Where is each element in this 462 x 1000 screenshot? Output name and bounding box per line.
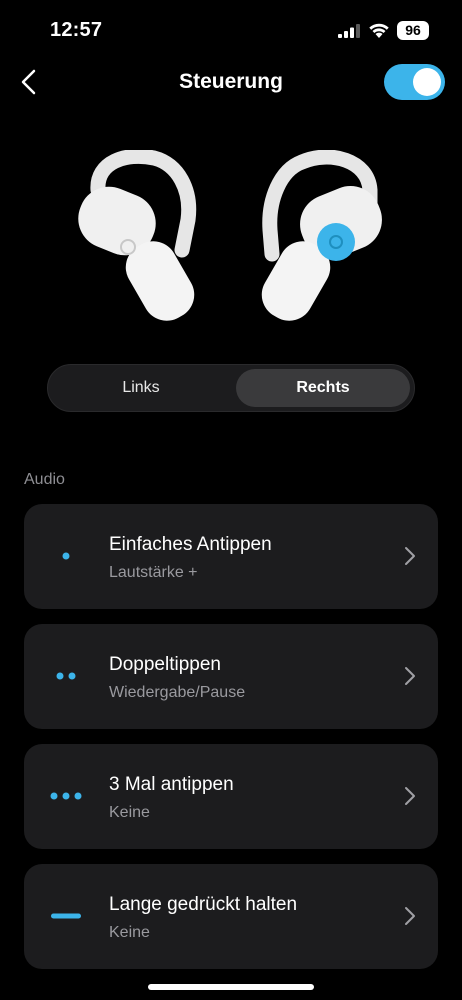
chevron-right-icon — [405, 667, 415, 685]
chevron-right-icon — [405, 907, 415, 925]
triple-dot-icon — [50, 792, 82, 800]
control-value: Keine — [109, 924, 150, 941]
chevron-right-icon — [405, 787, 415, 805]
header: Steuerung — [0, 55, 462, 110]
control-title: Lange gedrückt halten — [109, 894, 298, 915]
control-row-triple-tap[interactable]: 3 Mal antippen Keine — [24, 744, 438, 849]
double-dot-icon — [56, 672, 76, 680]
long-press-icon — [51, 913, 81, 919]
control-title: Einfaches Antippen — [109, 534, 272, 555]
battery-indicator: 96 — [397, 21, 429, 40]
segment-rechts[interactable]: Rechts — [236, 369, 410, 407]
section-label-audio: Audio — [24, 471, 65, 488]
control-value: Lautstärke + — [109, 564, 198, 581]
earbud-side-selector: Links Rechts — [47, 364, 415, 412]
earbuds-illustration — [78, 150, 382, 321]
left-earbud-image — [78, 150, 197, 321]
chevron-right-icon — [405, 547, 415, 565]
home-indicator[interactable] — [148, 984, 314, 990]
control-title: Doppeltippen — [109, 654, 221, 675]
control-row-double-tap[interactable]: Doppeltippen Wiedergabe/Pause — [24, 624, 438, 729]
wifi-icon — [369, 23, 389, 38]
control-value: Wiedergabe/Pause — [109, 684, 246, 701]
cellular-signal-icon — [338, 24, 360, 38]
segment-links[interactable]: Links — [52, 369, 230, 407]
control-row-single-tap[interactable]: Einfaches Antippen Lautstärke + — [24, 504, 438, 609]
toggle-knob — [413, 68, 441, 96]
right-earbud-image — [261, 150, 382, 321]
status-bar: 12:57 96 — [0, 0, 462, 60]
control-title: 3 Mal antippen — [109, 774, 234, 795]
control-row-long-press[interactable]: Lange gedrückt halten Keine — [24, 864, 438, 969]
single-dot-icon — [62, 552, 70, 560]
controls-enabled-toggle[interactable] — [384, 64, 445, 100]
status-time: 12:57 — [50, 19, 103, 41]
control-value: Keine — [109, 804, 150, 821]
